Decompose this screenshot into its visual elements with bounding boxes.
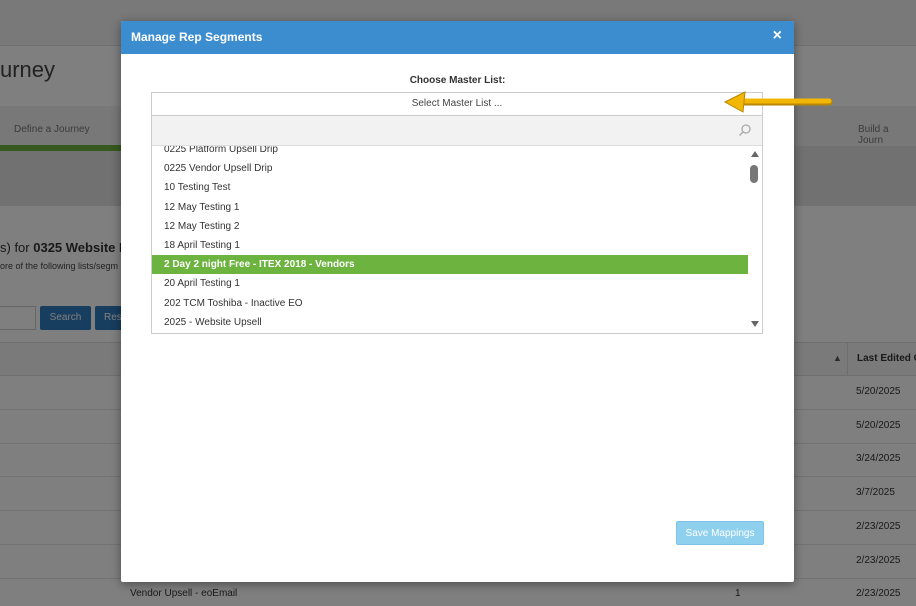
dropdown-option[interactable]: 20 April Testing 1 [152, 274, 748, 293]
dropdown-option[interactable]: 18 April Testing 1 [152, 236, 748, 255]
dropdown-option[interactable]: 202 TCM Toshiba - Inactive EO [152, 294, 748, 313]
dropdown-search-input[interactable] [152, 116, 762, 146]
close-icon[interactable]: × [773, 27, 782, 45]
dropdown-option[interactable]: 0225 Vendor Upsell Drip [152, 159, 748, 178]
search-icon [738, 124, 751, 137]
scroll-down-icon[interactable] [751, 321, 759, 327]
master-list-select[interactable]: Select Master List ... [151, 92, 763, 116]
scroll-up-icon[interactable] [751, 151, 759, 157]
master-list-dropdown: 0225 Platform Upsell Drip 0225 Vendor Ups… [151, 115, 763, 334]
save-mappings-button[interactable]: Save Mappings [676, 521, 764, 545]
dropdown-option[interactable]: 12 May Testing 2 [152, 217, 748, 236]
choose-master-list-label: Choose Master List: [409, 75, 506, 86]
modal-header: Manage Rep Segments × [121, 21, 794, 54]
dropdown-options-list: 0225 Platform Upsell Drip 0225 Vendor Ups… [152, 146, 748, 333]
scrollbar-thumb[interactable] [750, 165, 758, 183]
dropdown-option[interactable]: 2025 - Website Upsell [152, 313, 748, 332]
manage-rep-segments-modal: Manage Rep Segments × Choose Master List… [121, 21, 794, 582]
modal-title: Manage Rep Segments [131, 30, 263, 44]
dropdown-option[interactable]: 12 May Testing 1 [152, 198, 748, 217]
dropdown-scrollbar[interactable] [748, 146, 762, 333]
dropdown-option[interactable]: 2 Day 2 night Free - ITEX 2018 - Vendors [152, 255, 748, 275]
dropdown-option[interactable]: 0225 Platform Upsell Drip [152, 146, 748, 159]
dropdown-option[interactable]: 10 Testing Test [152, 178, 748, 197]
annotation-arrow-icon [723, 91, 833, 113]
